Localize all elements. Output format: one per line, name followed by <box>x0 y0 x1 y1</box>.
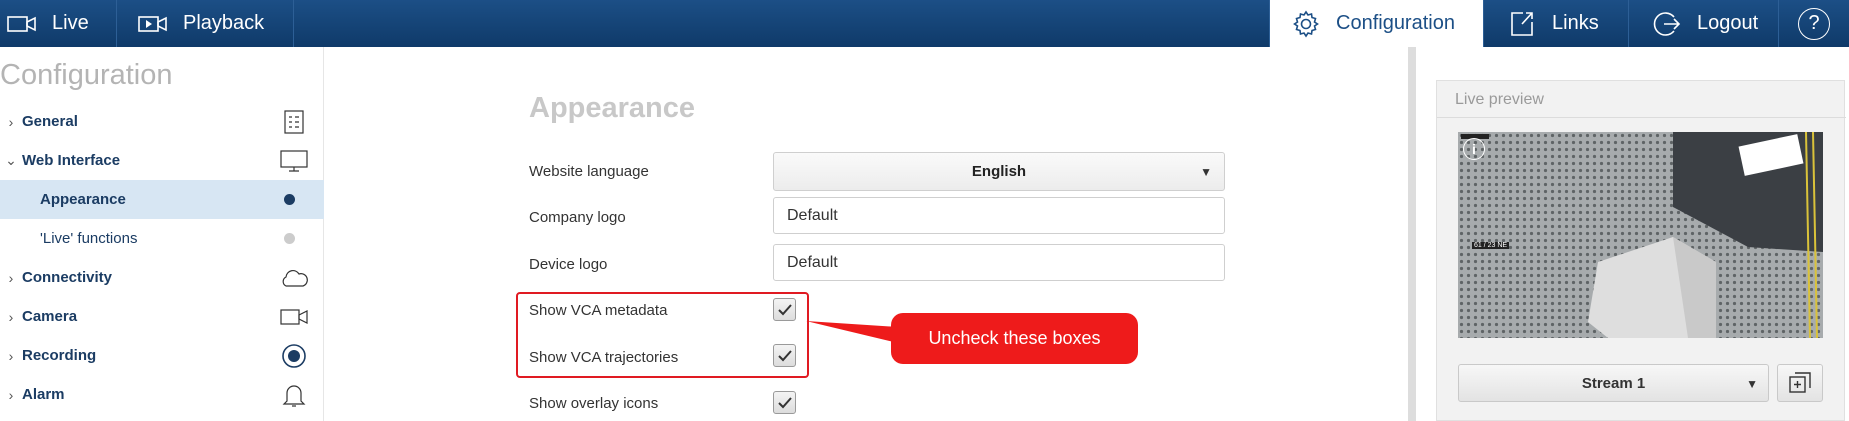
camera-preview-image[interactable]: i 61 / 23 NE <box>1458 132 1823 338</box>
external-link-icon <box>1506 11 1538 37</box>
sidebar-item-web-interface[interactable]: ⌄ Web Interface <box>0 141 324 180</box>
gear-icon <box>1290 10 1322 37</box>
show-overlay-icons-checkbox[interactable] <box>773 391 796 414</box>
video-camera-icon <box>274 302 314 332</box>
dot-gray-icon <box>284 233 295 244</box>
website-language-select[interactable]: English ▼ <box>773 152 1225 191</box>
help-button[interactable]: ? <box>1779 0 1849 47</box>
company-logo-label: Company logo <box>529 209 626 226</box>
video-camera-icon <box>6 11 38 37</box>
sidebar-item-general[interactable]: › General <box>0 102 324 141</box>
sidebar-title: Configuration <box>0 59 173 91</box>
camera-overlay-text: 61 / 23 NE <box>1472 242 1510 249</box>
device-logo-label: Device logo <box>529 256 608 273</box>
cloud-icon <box>274 263 314 293</box>
info-icon[interactable]: i <box>1463 138 1485 160</box>
top-navigation-bar: Live Playback Configuration Links Logout… <box>0 0 1849 47</box>
chevron-right-icon: › <box>8 386 14 403</box>
sidebar-item-alarm[interactable]: › Alarm <box>0 375 324 414</box>
sidebar-item-label: 'Live' functions <box>40 230 138 247</box>
bell-icon <box>274 380 314 410</box>
page-title: Appearance <box>529 92 696 124</box>
live-preview-panel: Live preview i 61 / 23 NE Stream 1 ▼ <box>1436 80 1846 421</box>
device-logo-field[interactable]: Default <box>773 244 1225 281</box>
sidebar-item-camera[interactable]: › Camera <box>0 297 324 336</box>
logout-tab[interactable]: Logout <box>1629 0 1779 47</box>
live-preview-title: Live preview <box>1455 91 1544 108</box>
chevron-right-icon: › <box>8 269 14 286</box>
show-overlay-icons-label: Show overlay icons <box>529 395 659 412</box>
panel-divider[interactable] <box>1408 47 1416 421</box>
sidebar-item-label: Appearance <box>40 191 126 208</box>
sidebar-item-label: Recording <box>22 347 97 364</box>
sidebar-item-recording[interactable]: › Recording <box>0 336 324 375</box>
playback-icon <box>137 11 169 37</box>
chevron-down-icon: ⌄ <box>5 152 17 168</box>
add-view-button[interactable] <box>1777 364 1823 402</box>
help-icon: ? <box>1798 7 1830 40</box>
sidebar-item-connectivity[interactable]: › Connectivity <box>0 258 324 297</box>
chevron-right-icon: › <box>8 308 14 325</box>
live-tab-label: Live <box>52 12 89 34</box>
dropdown-arrow-icon: ▼ <box>1200 165 1212 179</box>
annotation-callout: Uncheck these boxes <box>891 313 1138 364</box>
sidebar: Configuration › General ⌄ Web Interface … <box>0 47 324 421</box>
website-language-label: Website language <box>529 163 649 180</box>
live-tab[interactable]: Live <box>0 0 117 47</box>
divider <box>1437 117 1846 118</box>
add-window-icon <box>1789 372 1811 393</box>
configuration-tab[interactable]: Configuration <box>1270 0 1484 47</box>
sidebar-item-label: General <box>22 113 78 130</box>
sidebar-item-label: Alarm <box>22 386 65 403</box>
company-logo-field[interactable]: Default <box>773 197 1225 234</box>
sidebar-item-label: Web Interface <box>22 152 121 169</box>
stream-select[interactable]: Stream 1 ▼ <box>1458 364 1769 402</box>
links-tab[interactable]: Links <box>1484 0 1629 47</box>
sidebar-item-appearance[interactable]: Appearance <box>0 180 324 219</box>
chevron-right-icon: › <box>8 347 14 364</box>
chevron-right-icon: › <box>8 113 14 130</box>
sidebar-item-label: Connectivity <box>22 269 113 286</box>
website-language-value: English <box>971 163 1027 180</box>
stream-select-value: Stream 1 <box>1581 374 1646 392</box>
topbar-spacer <box>294 0 1270 47</box>
playback-tab[interactable]: Playback <box>117 0 294 47</box>
document-list-icon <box>274 107 314 137</box>
dot-filled-icon <box>284 194 295 205</box>
playback-tab-label: Playback <box>183 12 265 34</box>
links-tab-label: Links <box>1552 12 1599 34</box>
logout-tab-label: Logout <box>1697 12 1759 34</box>
annotation-highlight-box <box>516 292 809 378</box>
sidebar-item-label: Camera <box>22 308 78 325</box>
configuration-tab-label: Configuration <box>1336 12 1455 34</box>
monitor-icon <box>274 146 314 176</box>
checkmark-icon <box>777 396 792 408</box>
dropdown-arrow-icon: ▼ <box>1746 377 1758 391</box>
logout-icon <box>1651 11 1683 37</box>
sidebar-item-live-functions[interactable]: 'Live' functions <box>0 219 324 258</box>
record-icon <box>274 341 314 371</box>
